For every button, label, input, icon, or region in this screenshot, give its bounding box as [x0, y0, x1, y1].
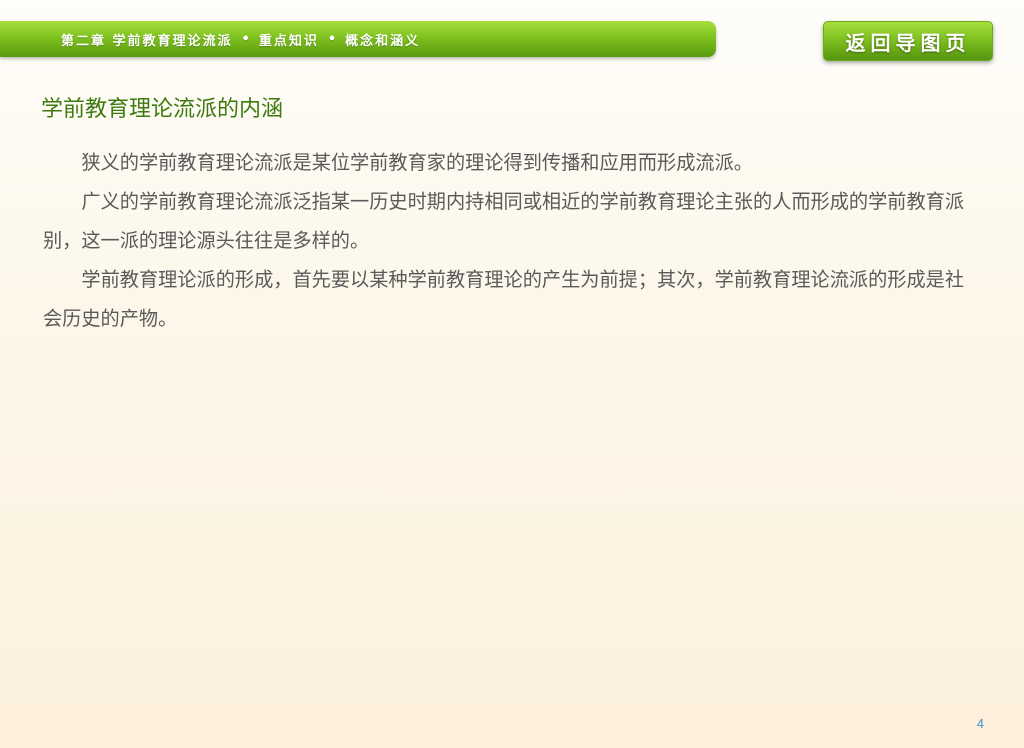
paragraph-broad-definition: 广义的学前教育理论流派泛指某一历史时期内持相同或相近的学前教育理论主张的人而形成… — [43, 190, 965, 252]
slide-title: 学前教育理论流派的内涵 — [41, 97, 284, 122]
breadcrumb-separator: • — [327, 31, 337, 47]
breadcrumb-section: 重点知识 — [258, 33, 319, 49]
header-breadcrumb-bar: 第二章 学前教育理论流派 • 重点知识 • 概念和涵义 — [0, 21, 716, 57]
paragraph-narrow-definition: 狭义的学前教育理论流派是某位学前教育家的理论得到传播和应用而形成流派。 — [81, 151, 753, 174]
breadcrumb-separator: • — [241, 31, 250, 47]
paragraph-formation: 学前教育理论派的形成，首先要以某种学前教育理论的产生为前提；其次，学前教育理论流… — [43, 268, 965, 330]
breadcrumb-chapter: 第二章 学前教育理论流派 — [61, 33, 233, 49]
breadcrumb-topic: 概念和涵义 — [345, 33, 421, 49]
page-number: 4 — [976, 716, 984, 731]
slide-body: 狭义的学前教育理论流派是某位学前教育家的理论得到传播和应用而形成流派。 广义的学… — [43, 143, 965, 338]
back-to-map-button[interactable]: 返回导图页 — [823, 21, 993, 61]
back-to-map-label: 返回导图页 — [845, 30, 971, 55]
